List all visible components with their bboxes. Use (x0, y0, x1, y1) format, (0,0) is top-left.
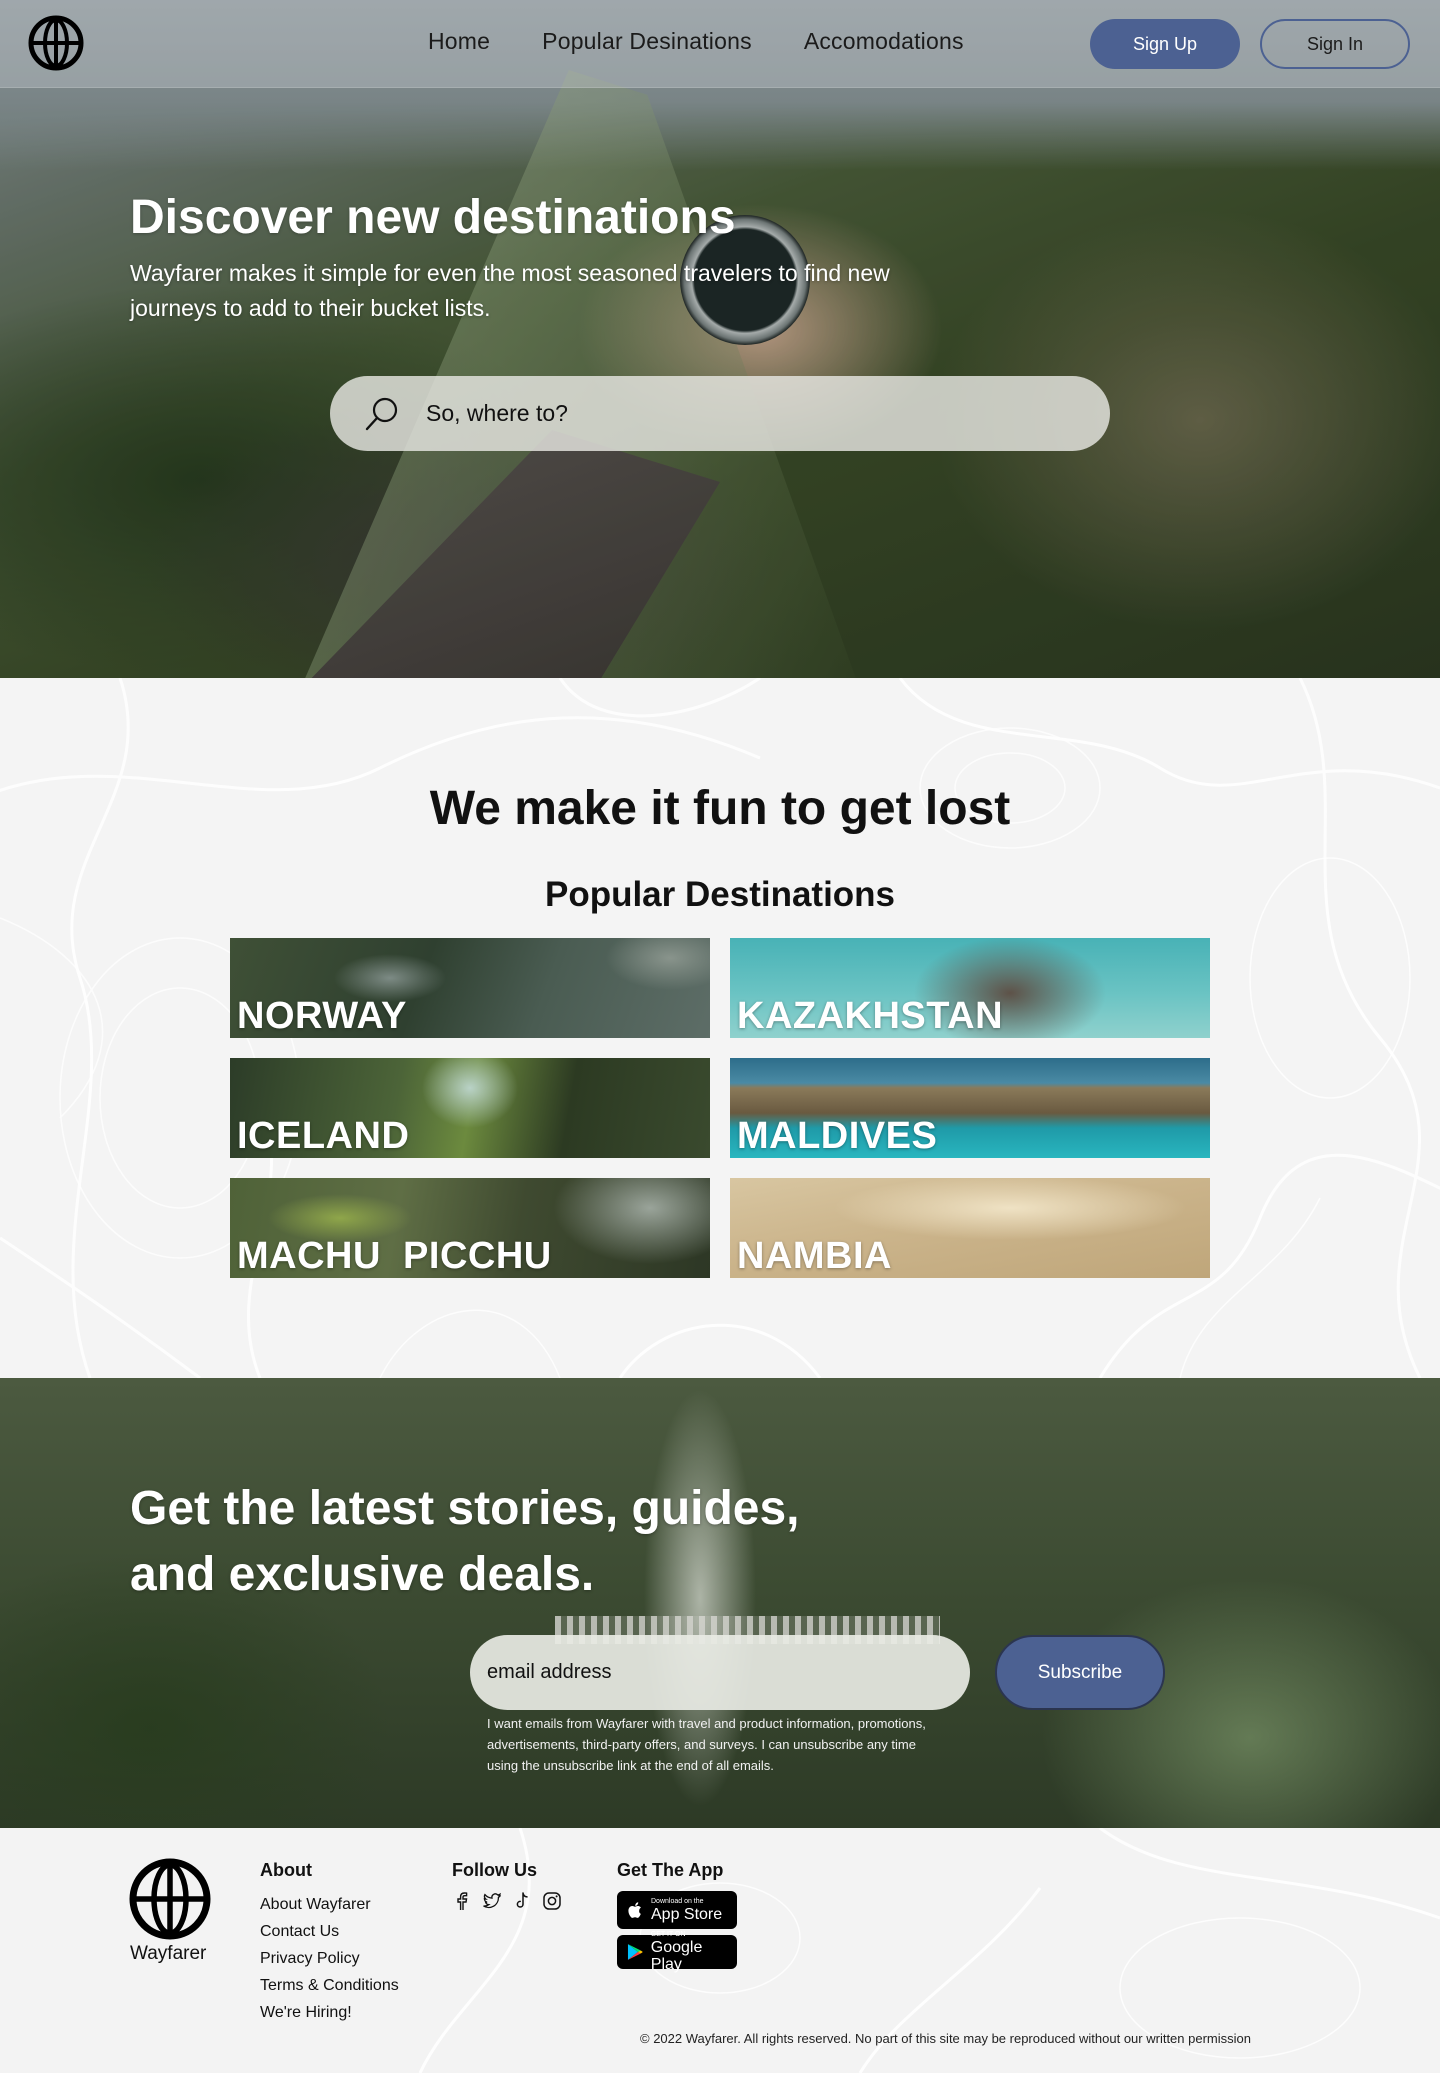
newsletter-disclaimer: I want emails from Wayfarer with travel … (487, 1716, 926, 1773)
globe-icon[interactable] (28, 15, 84, 71)
nav-links: Home Popular Desinations Accomodations (428, 28, 964, 55)
destination-card-nambia[interactable]: NAMBIA (730, 1178, 1210, 1278)
subscribe-button[interactable]: Subscribe (995, 1635, 1165, 1710)
globe-icon[interactable] (129, 1858, 211, 1940)
search-icon[interactable] (362, 394, 402, 434)
footer-link-contact[interactable]: Contact Us (260, 1918, 399, 1945)
sign-up-button[interactable]: Sign Up (1090, 19, 1240, 69)
newsletter-title: Get the latest stories, guides, and excl… (130, 1482, 800, 1601)
section-heading: We make it fun to get lost (429, 782, 1011, 835)
nav-link-accomodations[interactable]: Accomodations (804, 28, 964, 55)
hero-background-shade (0, 0, 1440, 678)
destination-label: KAZAKHSTAN (737, 995, 1004, 1037)
footer-link-terms[interactable]: Terms & Conditions (260, 1972, 399, 1999)
copyright-notice: © 2022 Wayfarer. All rights reserved. No… (640, 2031, 1251, 2046)
destination-label: ICELAND (237, 1115, 410, 1157)
apple-icon (628, 1902, 641, 1918)
destination-card-machu-picchu[interactable]: MACHU PICCHU (230, 1178, 710, 1278)
facebook-icon[interactable] (452, 1891, 472, 1911)
footer-link-about[interactable]: About Wayfarer (260, 1891, 399, 1918)
nav-link-popular-destinations[interactable]: Popular Desinations (542, 28, 752, 55)
nav-link-home[interactable]: Home (428, 28, 490, 55)
footer-app-heading: Get The App (617, 1860, 724, 1880)
google-play-badge[interactable]: GET IT ON Google Play (617, 1931, 737, 1973)
app-store-badge[interactable]: Download on the App Store (617, 1891, 737, 1929)
destination-card-norway[interactable]: NORWAY (230, 938, 710, 1038)
destination-label: NAMBIA (737, 1235, 892, 1277)
destination-label: NORWAY (237, 995, 407, 1037)
footer-about-column: About About Wayfarer Contact Us Privacy … (260, 1860, 399, 2026)
destination-grid: NORWAY KAZAKHSTAN ICELAND MALDIVES MACHU… (230, 938, 1210, 1278)
social-icons (452, 1891, 562, 1911)
footer-follow-heading: Follow Us (452, 1860, 537, 1880)
footer-link-hiring[interactable]: We're Hiring! (260, 1999, 399, 2026)
destination-card-maldives[interactable]: MALDIVES (730, 1058, 1210, 1158)
destination-label: MACHU PICCHU (237, 1235, 552, 1277)
popular-destinations-section: We make it fun to get lost Popular Desti… (0, 678, 1440, 1378)
footer-link-privacy[interactable]: Privacy Policy (260, 1945, 399, 1972)
google-play-small-text: GET IT ON (650, 1931, 686, 1938)
destination-search-input[interactable] (426, 400, 1026, 427)
hero-title: Discover new destinations (130, 191, 736, 244)
destination-card-kazakhstan[interactable]: KAZAKHSTAN (730, 938, 1210, 1038)
app-store-small-text: Download on the (651, 1897, 704, 1905)
destination-label: MALDIVES (737, 1115, 938, 1157)
instagram-icon[interactable] (542, 1891, 562, 1911)
destination-card-iceland[interactable]: ICELAND (230, 1058, 710, 1158)
destination-search-bar[interactable] (330, 376, 1110, 451)
footer-follow-column: Follow Us (452, 1860, 562, 1911)
google-play-icon (627, 1944, 643, 1960)
app-store-big-text: App Store (651, 1905, 723, 1923)
footer-brand-name: Wayfarer (130, 1943, 207, 1964)
twitter-icon[interactable] (482, 1891, 502, 1911)
google-play-big-text: Google Play (650, 1939, 703, 1973)
hero-section: Home Popular Desinations Accomodations S… (0, 0, 1440, 678)
site-footer: Wayfarer About About Wayfarer Contact Us… (0, 1828, 1440, 2073)
email-field[interactable] (470, 1635, 970, 1710)
footer-about-heading: About (260, 1860, 312, 1880)
tiktok-icon[interactable] (512, 1891, 532, 1911)
hero-subtitle: Wayfarer makes it simple for even the mo… (130, 260, 890, 321)
section-subheading: Popular Destinations (544, 875, 896, 914)
top-navbar: Home Popular Desinations Accomodations S… (0, 0, 1440, 88)
sign-in-button[interactable]: Sign In (1260, 19, 1410, 69)
footer-app-column: Get The App Download on the App Store GE… (617, 1860, 737, 1975)
newsletter-section: Get the latest stories, guides, and excl… (0, 1378, 1440, 1828)
